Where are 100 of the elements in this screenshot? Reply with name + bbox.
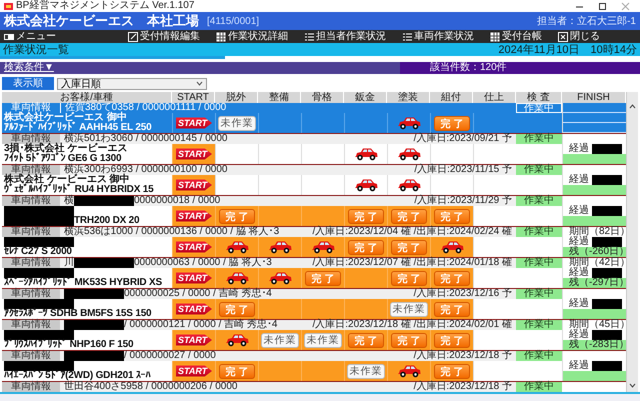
entry-dates-text: /入庫日:2023/12/07 確 /出庫日:2024/01/18 確 — [312, 258, 513, 268]
start-button[interactable]: START — [176, 302, 212, 316]
table-row[interactable]: 車両情報 世田谷400さ5958 / 0000000206 / 0000 /入庫日:2023/12/18 予 作業中 — [2, 382, 626, 392]
entry-dates-text: /入庫日:2023/09/21 予 — [414, 134, 513, 144]
plate-text: 川 — [64, 258, 74, 268]
sort-button[interactable]: 表示順 — [2, 77, 54, 90]
table-row[interactable]: 車両情報 川 0000000063 / 0000 / 脇 将人･3 /入庫日:2023/12/07 確 /出庫日:2024/01/18 確 作業中 ｽﾍﾟｰｼｱﾊｲﾌﾞﾘｯﾄﾞ MK53S HYBRID XS START 完 了 完 了 完 了 期間（42日） 経過 残（-297日） — [2, 258, 626, 289]
column-header: 脱外 — [215, 92, 258, 103]
list-icon — [402, 32, 412, 42]
vehicle-info-label: 車両情報 — [2, 351, 60, 361]
car-model: ｱﾙﾌｧｰﾄﾞﾊｲﾌﾞﾘｯﾄﾞ AAHH45 EL 250 — [4, 123, 152, 133]
maximize-icon[interactable] — [598, 2, 607, 10]
not-started-button[interactable]: 未作業 — [390, 302, 428, 316]
elapsed-label: 経過 — [569, 144, 589, 154]
car-model: ﾊｲｴｰｽﾊﾞﾝ 5ﾄﾞｱ(2WD) GDH201 ｽｰﾊ — [4, 371, 150, 381]
caret-icon — [196, 81, 203, 86]
not-started-button[interactable]: 未作業 — [347, 364, 385, 378]
entry-dates-text: /入庫日:2023/12/18 確 /出庫日:2024/02/01 確 — [312, 320, 513, 330]
app-icon — [4, 2, 13, 10]
toolbar-button[interactable]: メニュー — [4, 30, 56, 43]
table-row[interactable]: 車両情報 / 0000000027 / 0000 /入庫日:2023/12/18 予 作業中 ﾊｲｴｰｽﾊﾞﾝ 5ﾄﾞｱ(2WD) GDH201 ｽｰﾊ START 完 了 未作業 完 了 経過 — [2, 351, 626, 382]
start-button[interactable]: START — [176, 148, 212, 160]
start-button[interactable]: START — [176, 210, 212, 222]
vehicle-info-label: 車両情報 — [2, 382, 60, 392]
column-header: 整備 — [258, 92, 301, 103]
vehicle-info-text: 横浜536は1000 / 0000000136 / 0000 / 脇 将人･3 — [64, 227, 280, 237]
vehicle-info-text: / 0000000121 / 0000 / 吉崎 秀忠･4 — [124, 320, 278, 330]
stage-cell — [258, 113, 301, 133]
table-row[interactable]: 車両情報 / 0000000121 / 0000 / 吉崎 秀忠･4 /入庫日:2023/12/18 確 /出庫日:2024/02/01 確 作業中 ﾌﾟﾘｳｽﾊｲﾌﾞﾘｯﾄﾞ NHP160 F 150 START 未作業 未作業 完 了 完 了 完 了 期間（45日） 経過 残（-283日） — [2, 320, 626, 351]
start-button[interactable]: START — [176, 364, 212, 378]
scrollbar[interactable] — [626, 92, 638, 392]
elapsed-label: 経過 — [569, 361, 589, 371]
vehicle-info-text: 佐賀380て0358 / 0000001111 / 0000 — [65, 103, 226, 113]
start-button[interactable]: START — [176, 178, 212, 192]
vehicle-info-label: 車両情報 — [2, 258, 60, 268]
inspection-status: 作業中 — [516, 382, 562, 392]
toolbar-button[interactable]: 受付情報編集 — [128, 30, 200, 43]
vehicle-info-label: 車両情報 — [2, 289, 60, 299]
plate-text: 横 — [64, 196, 74, 206]
not-started-button[interactable]: 未作業 — [261, 332, 299, 348]
vehicle-info-text: / 0000000027 / 0000 — [124, 351, 216, 361]
scroll-up-icon[interactable] — [629, 104, 636, 109]
elapsed-label: 経過 — [569, 330, 589, 340]
close-button[interactable]: 閉じる — [558, 30, 600, 43]
page-title: 作業状況一覧 — [3, 43, 69, 57]
car-icon — [268, 240, 292, 254]
not-started-button[interactable]: 未作業 — [218, 116, 256, 130]
window-close-icon — [558, 32, 568, 42]
table-row[interactable]: 車両情報 0000000025 / 0000 / 吉崎 秀忠･4 /入庫日:2023/12/16 予 作業中 ｱｸｾﾗｽﾎﾟｰﾂ SDHB BM5FS 15S 150 START 完 了 未作業 完 了 経過 — [2, 289, 626, 320]
table-row[interactable]: 車両情報 横 0000000018 / 0000 /入庫日:2023/11/29 予 作業中 TRH200 DX 20 START 完 了 完 了 完 了 完 了 経過 — [2, 196, 626, 227]
car-model: ﾌﾟﾘｳｽﾊｲﾌﾞﾘｯﾄﾞ NHP160 F 150 — [4, 340, 134, 350]
car-icon — [225, 271, 249, 285]
not-started-button[interactable]: 未作業 — [304, 332, 342, 348]
entry-dates-text: /入庫日:2023/11/29 予 — [414, 196, 513, 206]
car-model: ｳﾞｪｾﾞﾙﾊｲﾌﾞﾘｯﾄﾞ RU4 HYBRIDX 15 — [4, 185, 154, 195]
search-conditions-link[interactable]: 検索条件▼ — [0, 62, 54, 74]
inspection-status: 作業中 — [516, 289, 562, 299]
inspection-status: 作業中 — [516, 351, 562, 361]
finish-cell — [562, 103, 626, 133]
car-icon — [354, 178, 378, 192]
toolbar-button[interactable]: 担当者作業状況 — [304, 30, 386, 43]
toolbar-button[interactable]: 車両作業状況 — [402, 30, 474, 43]
car-icon — [268, 271, 292, 285]
column-header: 骨格 — [301, 92, 344, 103]
table-row[interactable]: 車両情報 横浜536は1000 / 0000000136 / 0000 / 脇 将人･3 /入庫日:2023/12/04 確 /出庫日:2024/02/24 確 作業中 ｾﾚﾅ C27 S 2000 START 完 了 完 了 期間（82日） 経過 残（-260日） — [2, 227, 626, 258]
start-button[interactable]: START — [176, 272, 212, 284]
car-model: ﾌｲｯﾄ 5ﾄﾞｱﾜｺﾞﾝ GE6 G 1300 — [4, 154, 122, 164]
column-header: 検 査 — [516, 92, 562, 103]
entry-dates-text: /入庫日:2023/12/18 予 — [414, 351, 513, 361]
elapsed-label: 経過 — [569, 175, 589, 185]
entry-dates-text: /入庫日:2023/12/18 予 — [414, 382, 513, 392]
toolbar-button[interactable]: 受付台帳 — [490, 30, 542, 43]
window-title: BP経営マネジメントシステム Ver.1.107 — [16, 0, 194, 12]
start-button[interactable]: START — [176, 334, 212, 346]
start-button[interactable]: START — [176, 240, 212, 254]
vehicle-info-text: 横浜501わ3060 / 0000000145 / 0000 — [64, 134, 228, 144]
start-button[interactable]: START — [176, 116, 212, 130]
entry-dates-text: /入庫日:2023/12/04 確 /出庫日:2024/02/24 確 — [312, 227, 513, 237]
car-model: ｽﾍﾟｰｼｱﾊｲﾌﾞﾘｯﾄﾞ MK53S HYBRID XS — [4, 278, 162, 288]
car-icon — [397, 116, 421, 130]
table-row[interactable]: 車両情報 横浜501わ3060 / 0000000145 / 0000 /入庫日:2023/09/21 予 作業中 3損･株式会社 ケービーエス ﾌｲｯﾄ 5ﾄﾞｱﾜｺﾞﾝ GE6 G 1300 START 経過 — [2, 134, 626, 165]
car-icon — [397, 364, 421, 378]
grid-icon — [490, 32, 500, 42]
car-icon — [440, 240, 464, 254]
stage-cell — [344, 113, 387, 133]
company-name: 株式会社ケービーエス 本社工場 — [4, 12, 199, 30]
toolbar-button[interactable]: 作業状況詳細 — [216, 30, 288, 43]
vehicle-info-text: 0000000025 / 0000 / 吉崎 秀忠･4 — [124, 289, 272, 299]
vehicle-info-label: 車両情報 — [2, 227, 60, 237]
inspection-status: 作業中 — [516, 227, 562, 237]
scroll-down-icon[interactable] — [629, 383, 636, 388]
date-time: 2024年11月10日 10時14分 — [498, 43, 637, 57]
vehicle-info-text: 0000000018 / 0000 — [134, 196, 220, 206]
inspection-status: 作業中 — [516, 134, 562, 144]
table-row[interactable]: 車両情報 横浜300わ6993 / 0000000100 / 0000 /入庫日:2023/11/15 予 作業中 株式会社 ケービーエス 御中 ｳﾞｪｾﾞﾙﾊｲﾌﾞﾘｯﾄﾞ RU4 HYBRIDX 15 START 経過 — [2, 165, 626, 196]
column-header: 仕上 — [473, 92, 516, 103]
entry-dates-text: /入庫日:2023/11/15 予 — [414, 165, 513, 175]
sort-dropdown[interactable]: 入庫日順 — [57, 78, 207, 90]
car-model: ｾﾚﾅ C27 S 2000 — [4, 247, 72, 257]
vehicle-info-label: 車両情報 — [2, 196, 60, 206]
